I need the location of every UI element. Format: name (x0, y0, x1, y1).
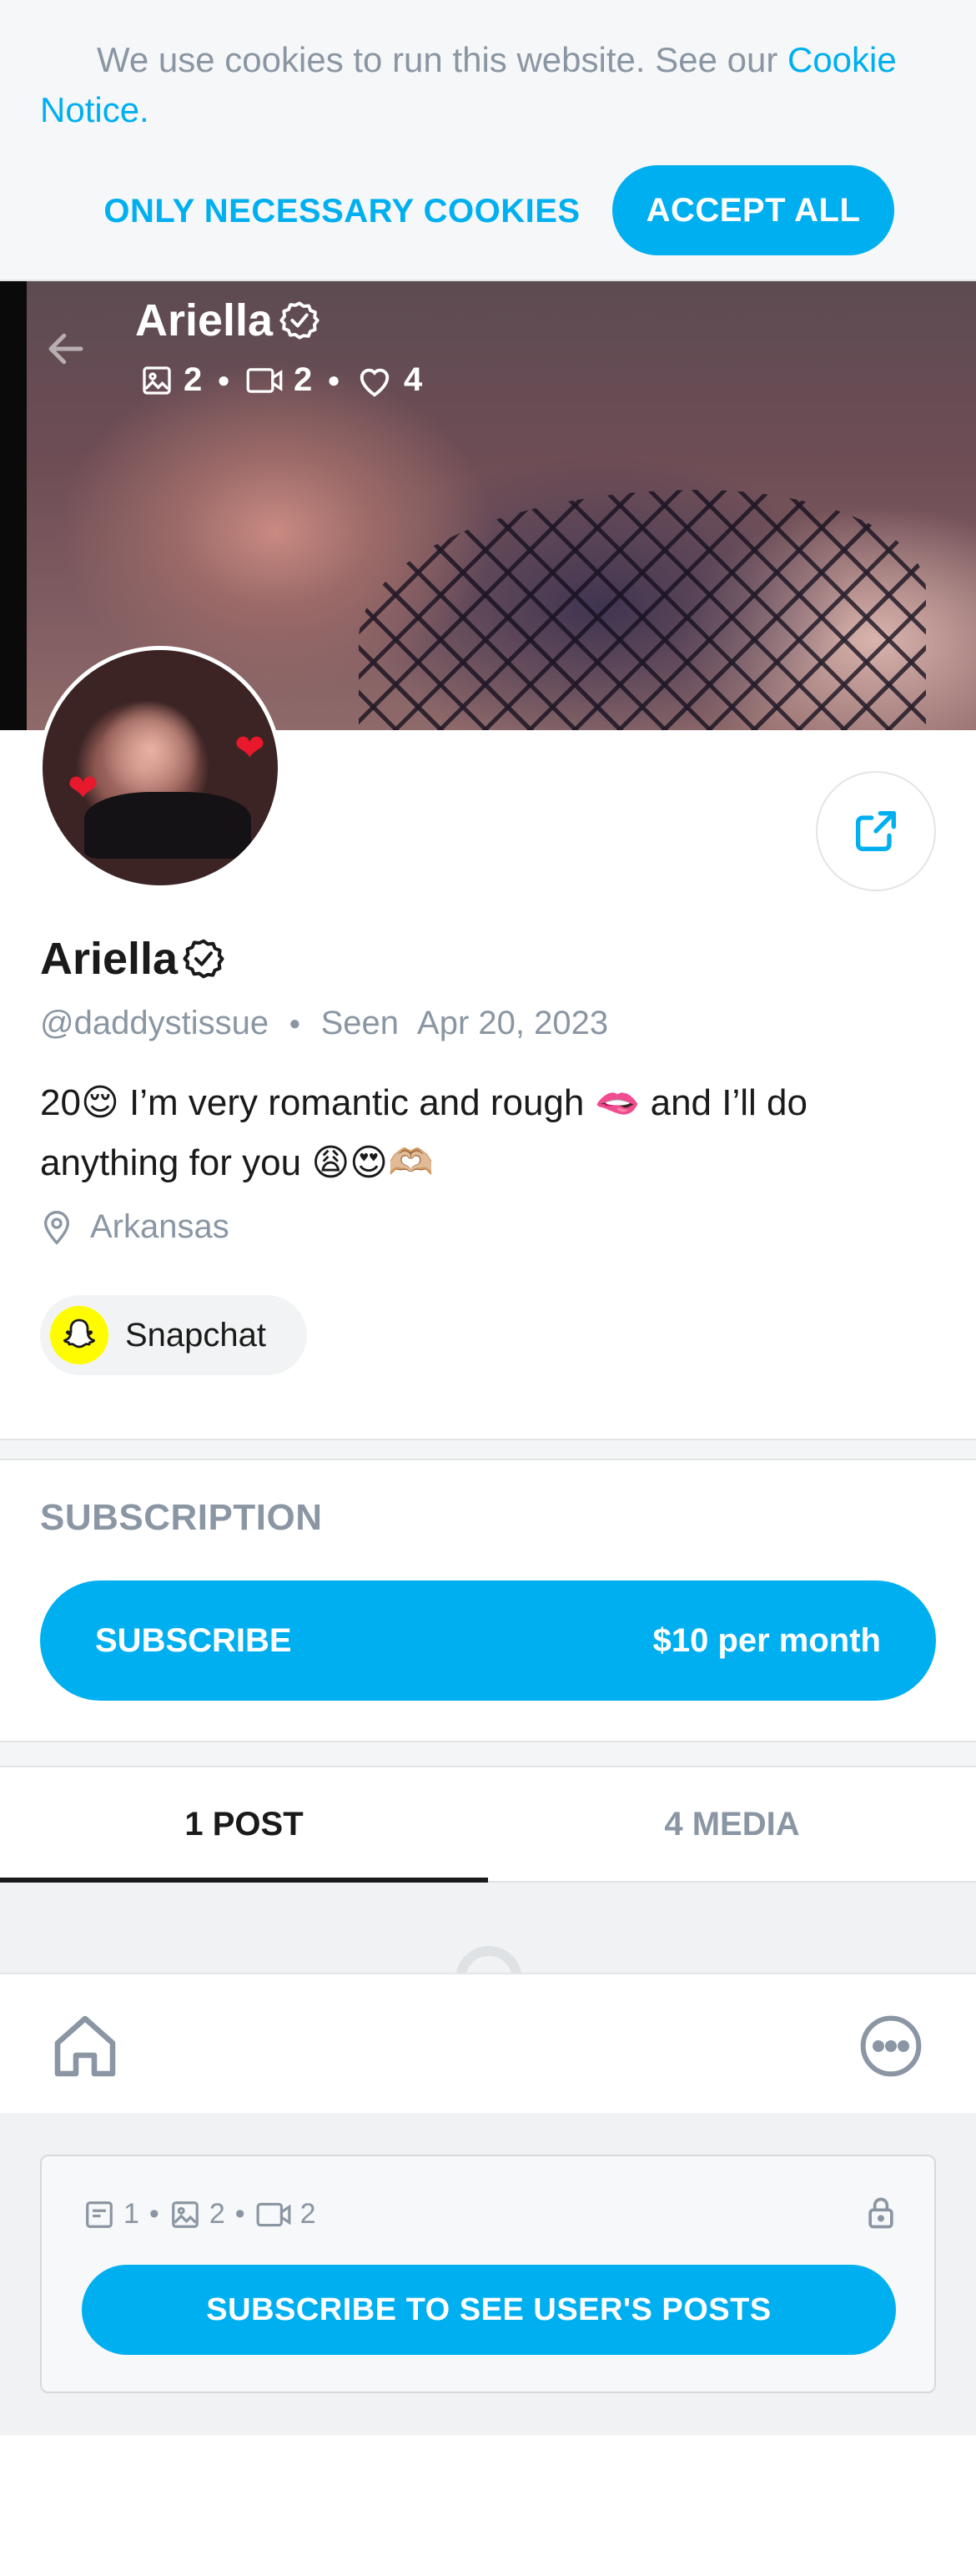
subscribe-button[interactable]: SUBSCRIBE $10 per month (40, 1580, 936, 1701)
video-icon (256, 2202, 291, 2226)
cover-name-text: Ariella (135, 295, 274, 345)
text-post-icon (86, 2200, 113, 2228)
cover-stats: 2 ● 2 ● 4 (140, 361, 422, 399)
avatar-detail (84, 792, 251, 859)
subscription-title: SUBSCRIPTION (40, 1497, 323, 1538)
snapchat-link[interactable]: Snapchat (40, 1295, 307, 1375)
stat-separator: ● (327, 367, 340, 392)
snapchat-label: Snapchat (125, 1316, 267, 1354)
cover-name: Ariella (135, 295, 321, 346)
cookie-banner: We use cookies to run this website. See … (0, 0, 976, 281)
share-button[interactable] (816, 771, 936, 891)
image-icon (143, 365, 171, 395)
heart-icon (360, 368, 390, 396)
home-icon[interactable] (48, 2009, 122, 2083)
count-separator: • (148, 2198, 159, 2230)
username: @daddystissue (40, 1005, 269, 1041)
feed-loading-area (0, 1883, 976, 1973)
subscribe-to-see-posts-button[interactable]: SUBSCRIBE TO SEE USER'S POSTS (82, 2265, 896, 2355)
cover-edge (0, 281, 27, 730)
cover-pattern (359, 490, 926, 730)
seen-label: Seen (320, 1005, 400, 1041)
content-tabs: 1 POST 4 MEDIA (0, 1767, 976, 1883)
accept-all-button[interactable]: ACCEPT ALL (612, 165, 894, 255)
loading-spinner (455, 1946, 522, 1973)
section-divider (0, 1439, 976, 1460)
location: Arkansas (40, 1208, 229, 1246)
subscribe-label: SUBSCRIBE (95, 1621, 292, 1659)
photos-count-value: 2 (184, 361, 203, 398)
videos-count: 2 (245, 361, 312, 399)
seen-date: Apr 20, 2023 (417, 1005, 609, 1041)
stat-separator: ● (217, 367, 230, 392)
photos-count-value: 2 (209, 2198, 225, 2230)
verified-icon (183, 939, 224, 979)
videos-count: 2 (255, 2198, 316, 2231)
tab-media[interactable]: 4 MEDIA (488, 1767, 976, 1881)
location-text: Arkansas (90, 1208, 229, 1245)
posts-count: 1 (83, 2198, 139, 2231)
videos-count-value: 2 (293, 361, 313, 398)
verified-icon (279, 301, 319, 340)
avatar[interactable]: ❤ ❤ (38, 646, 282, 890)
locked-posts-card: 1 • 2 • 2 SUBSCRIBE TO SEE USER'S POSTS (40, 2155, 936, 2393)
photos-count: 2 (140, 361, 202, 399)
tab-posts[interactable]: 1 POST (0, 1767, 488, 1883)
section-divider (0, 1741, 976, 1767)
cookie-text: We use cookies to run this website. See … (40, 35, 941, 135)
more-icon[interactable] (858, 2013, 924, 2079)
video-icon (246, 367, 283, 393)
bottom-nav (0, 1973, 976, 2113)
profile-name: Ariella (40, 933, 226, 985)
likes-count-value: 4 (403, 361, 423, 398)
heart-emoji-icon: ❤ (234, 728, 265, 769)
subscription-price: $10 per month (652, 1621, 881, 1659)
image-icon (171, 2200, 199, 2228)
snapchat-icon (50, 1306, 108, 1364)
location-pin-icon (43, 1210, 70, 1245)
posts-count-value: 1 (123, 2198, 139, 2230)
share-icon (856, 811, 896, 851)
profile-name-text: Ariella (40, 934, 179, 984)
likes-count: 4 (355, 361, 422, 399)
cookie-message: We use cookies to run this website. See … (97, 40, 787, 79)
lock-icon (868, 2197, 893, 2229)
bio: 20😌 I’m very romantic and rough 🫦 and I’… (40, 1082, 807, 1183)
locked-counts: 1 • 2 • 2 (83, 2198, 316, 2231)
heart-emoji-icon: ❤ (68, 768, 98, 809)
back-arrow-icon[interactable] (43, 326, 88, 371)
videos-count-value: 2 (299, 2198, 316, 2230)
count-separator: • (234, 2198, 245, 2230)
profile-meta: @daddystissue ● Seen Apr 20, 2023 (40, 1005, 608, 1042)
meta-separator: ● (289, 1011, 301, 1035)
only-necessary-cookies-button[interactable]: ONLY NECESSARY COOKIES (100, 167, 584, 255)
photos-count: 2 (169, 2198, 225, 2231)
